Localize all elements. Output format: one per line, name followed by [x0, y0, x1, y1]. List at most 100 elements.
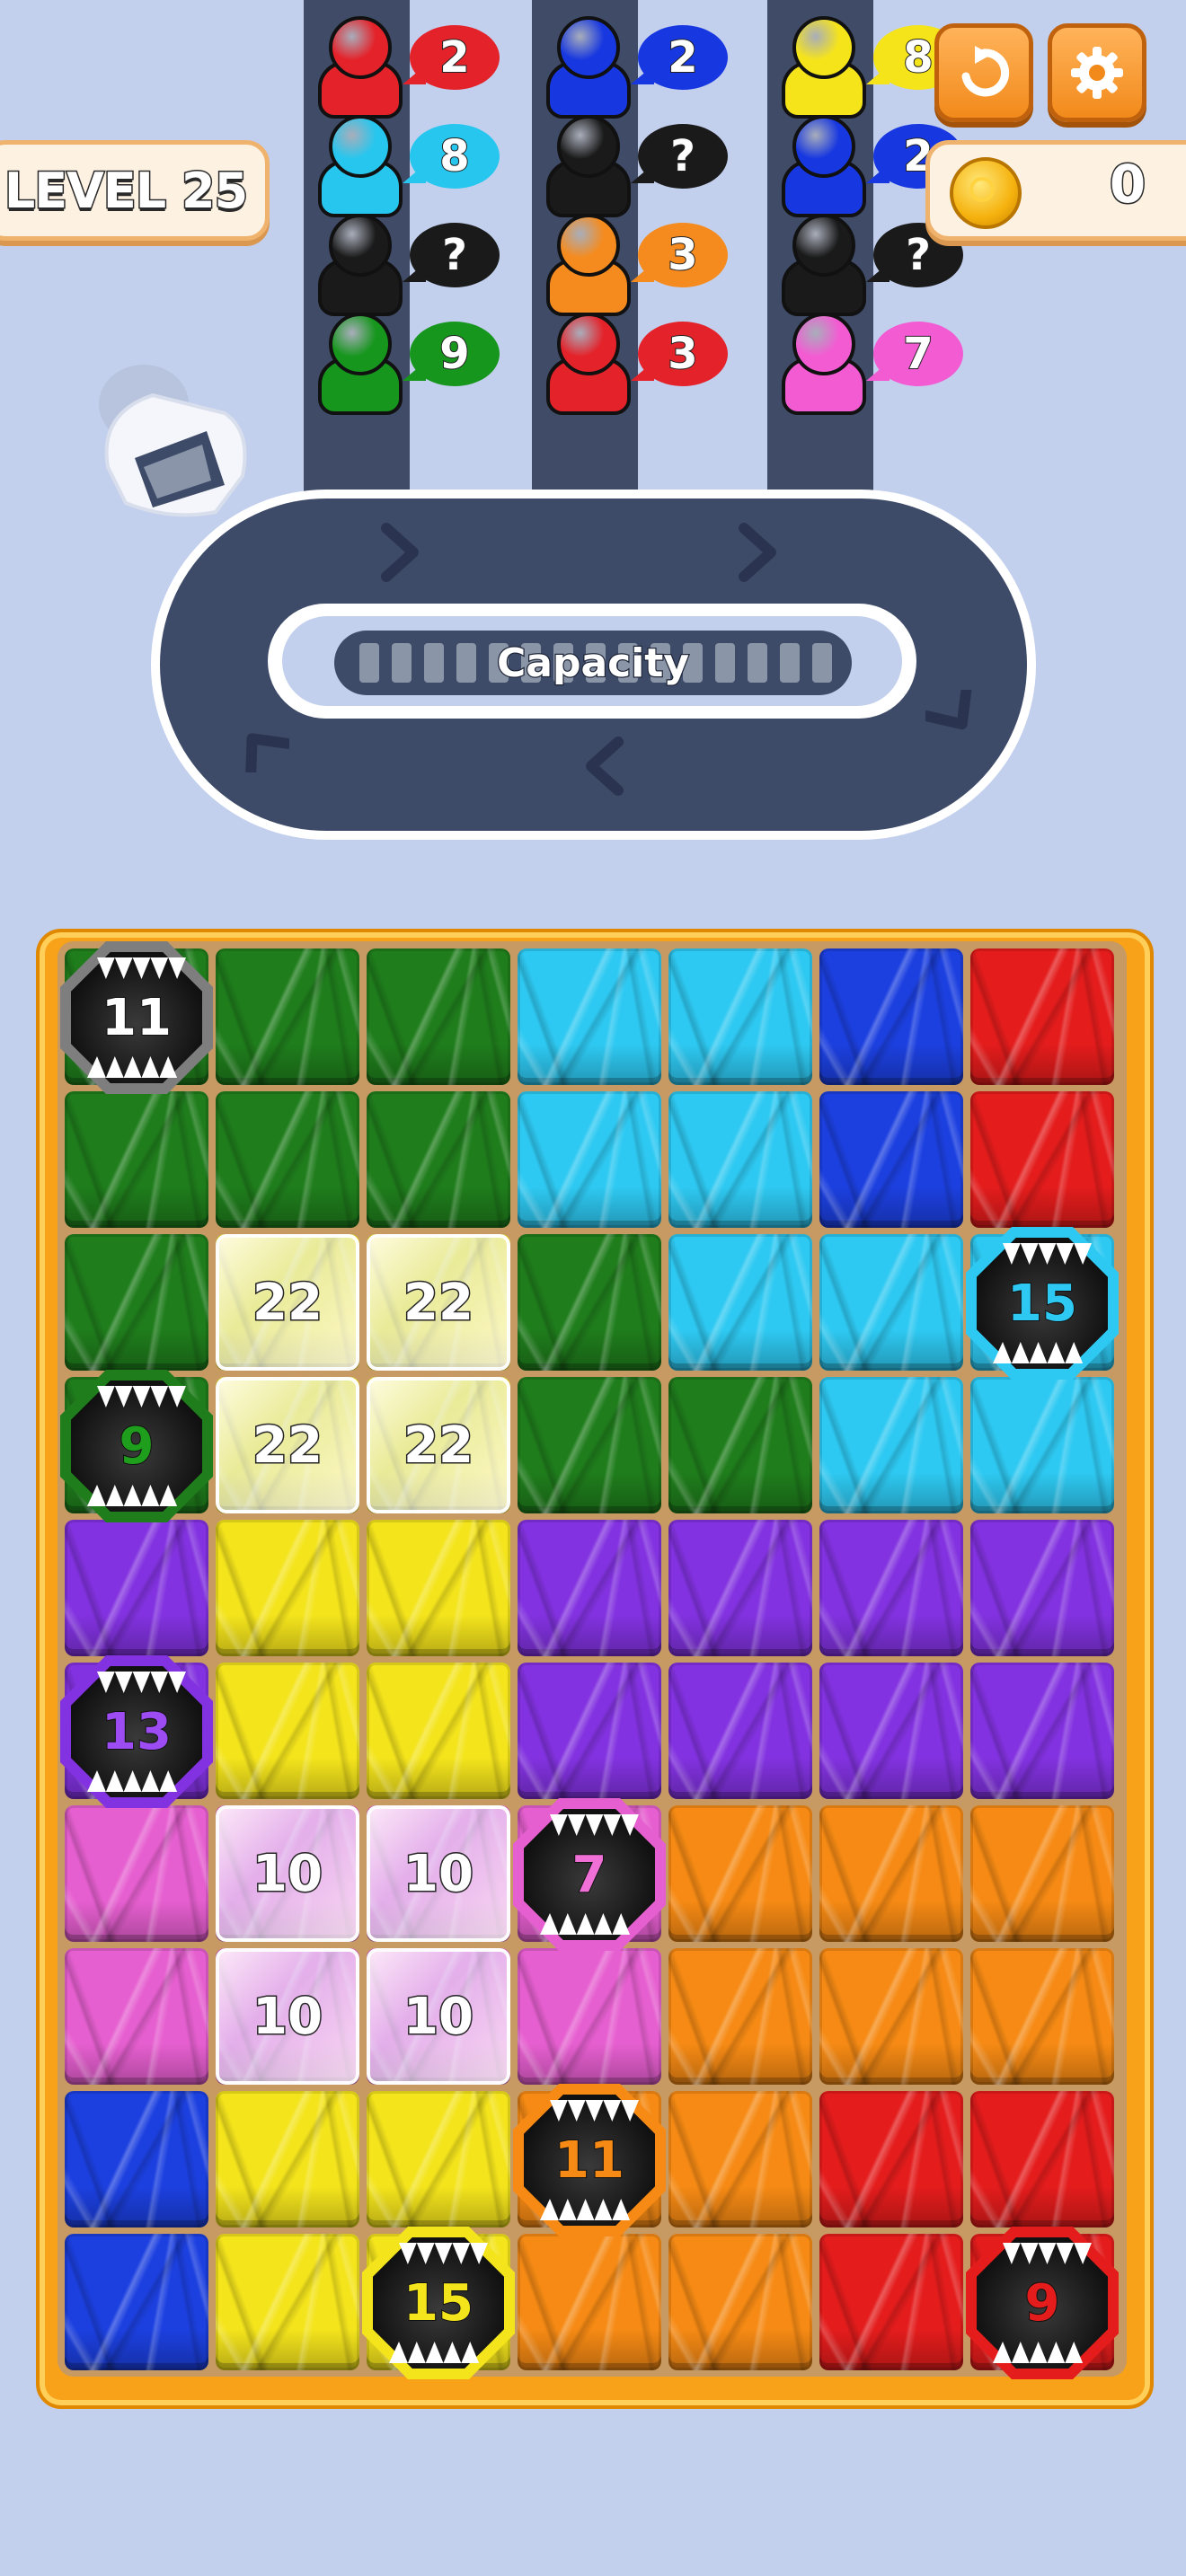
- grass-tile[interactable]: [518, 1520, 661, 1656]
- demand-bubble: 2: [638, 25, 728, 90]
- chevron-up-icon: [245, 733, 289, 772]
- grass-tile[interactable]: [668, 2234, 812, 2370]
- ice-block[interactable]: 22: [367, 1377, 510, 1513]
- chevron-right-icon: [739, 523, 776, 582]
- ice-block-count: 10: [403, 1986, 475, 2047]
- restart-icon: [961, 46, 1010, 97]
- grass-tile[interactable]: [65, 1520, 208, 1656]
- grass-tile[interactable]: [668, 1377, 812, 1513]
- grass-tile[interactable]: [819, 1234, 963, 1371]
- queue-person: [774, 16, 866, 119]
- grass-tile[interactable]: [819, 1663, 963, 1799]
- grass-tile[interactable]: [819, 2091, 963, 2228]
- ice-block-count: 22: [403, 1272, 475, 1333]
- demand-bubble: 3: [638, 322, 728, 386]
- grass-tile[interactable]: [970, 948, 1114, 1085]
- grass-tile[interactable]: [65, 1091, 208, 1228]
- demand-bubble: 2: [410, 25, 500, 90]
- gear-icon: [1071, 47, 1123, 99]
- ice-block[interactable]: 10: [367, 1805, 510, 1942]
- grass-tile[interactable]: [970, 1663, 1114, 1799]
- demand-bubble: 7: [873, 322, 963, 386]
- grass-tile[interactable]: [668, 1520, 812, 1656]
- grass-tile[interactable]: [970, 1520, 1114, 1656]
- demand-bubble: ?: [410, 223, 500, 287]
- grass-tile[interactable]: [819, 1520, 963, 1656]
- ice-block[interactable]: 10: [216, 1948, 359, 2085]
- grass-tile[interactable]: [668, 1091, 812, 1228]
- grass-tile[interactable]: [65, 2091, 208, 2228]
- grass-tile[interactable]: [819, 948, 963, 1085]
- ice-block[interactable]: 10: [216, 1805, 359, 1942]
- grass-tile[interactable]: [216, 2091, 359, 2228]
- monster-hole[interactable]: 15: [362, 2227, 515, 2379]
- grass-tile[interactable]: [819, 1805, 963, 1942]
- grass-tile[interactable]: [518, 1663, 661, 1799]
- monster-hole[interactable]: 13: [60, 1655, 213, 1808]
- grass-tile[interactable]: [518, 1091, 661, 1228]
- ice-block[interactable]: 10: [367, 1948, 510, 2085]
- grass-tile[interactable]: [367, 948, 510, 1085]
- restart-button[interactable]: [934, 23, 1033, 122]
- grass-tile[interactable]: [970, 1805, 1114, 1942]
- monster-count: 9: [119, 1416, 155, 1477]
- queue-person: [311, 16, 403, 119]
- demand-bubble: ?: [638, 124, 728, 189]
- ice-block-count: 10: [403, 1843, 475, 1904]
- grass-tile[interactable]: [819, 1948, 963, 2085]
- grass-tile[interactable]: [518, 948, 661, 1085]
- monster-hole[interactable]: 9: [60, 1370, 213, 1522]
- ice-block[interactable]: 22: [367, 1234, 510, 1371]
- grass-tile[interactable]: [65, 1805, 208, 1942]
- grass-tile[interactable]: [216, 948, 359, 1085]
- queue-person: [774, 115, 866, 217]
- grass-tile[interactable]: [65, 1948, 208, 2085]
- coin-counter: 0: [925, 140, 1186, 241]
- grass-tile[interactable]: [216, 1091, 359, 1228]
- monster-hole[interactable]: 9: [966, 2227, 1119, 2379]
- queue-person: [539, 115, 631, 217]
- grass-tile[interactable]: [819, 1377, 963, 1513]
- grass-tile[interactable]: [970, 2091, 1114, 2228]
- level-label: LEVEL 25: [3, 161, 249, 220]
- grass-tile[interactable]: [668, 1234, 812, 1371]
- grass-tile[interactable]: [518, 2234, 661, 2370]
- monster-hole[interactable]: 11: [513, 2084, 666, 2236]
- monster-count: 15: [403, 2273, 474, 2333]
- monster-hole[interactable]: 7: [513, 1798, 666, 1951]
- grass-tile[interactable]: [65, 2234, 208, 2370]
- monster-count: 15: [1006, 1274, 1078, 1334]
- grass-tile[interactable]: [518, 1234, 661, 1371]
- grass-tile[interactable]: [367, 1663, 510, 1799]
- grass-tile[interactable]: [668, 948, 812, 1085]
- grass-tile[interactable]: [970, 1948, 1114, 2085]
- grass-tile[interactable]: [216, 1520, 359, 1656]
- grass-tile[interactable]: [367, 1520, 510, 1656]
- settings-button[interactable]: [1048, 23, 1146, 122]
- queue-person: [774, 313, 866, 415]
- chevron-right-icon: [381, 523, 419, 582]
- level-badge: LEVEL 25: [0, 140, 270, 241]
- monster-hole[interactable]: 11: [60, 941, 213, 1094]
- grass-tile[interactable]: [216, 1663, 359, 1799]
- ice-block[interactable]: 22: [216, 1234, 359, 1371]
- monster-hole[interactable]: 15: [966, 1227, 1119, 1380]
- queue-person: [539, 313, 631, 415]
- spawner-machine-icon: [99, 365, 247, 517]
- grass-tile[interactable]: [216, 2234, 359, 2370]
- grass-tile[interactable]: [819, 2234, 963, 2370]
- grass-tile[interactable]: [65, 1234, 208, 1371]
- ice-block[interactable]: 22: [216, 1377, 359, 1513]
- grass-tile[interactable]: [518, 1948, 661, 2085]
- grass-tile[interactable]: [668, 1663, 812, 1799]
- grass-tile[interactable]: [819, 1091, 963, 1228]
- grass-tile[interactable]: [518, 1377, 661, 1513]
- queue-person: [311, 214, 403, 316]
- grass-tile[interactable]: [367, 2091, 510, 2228]
- grass-tile[interactable]: [367, 1091, 510, 1228]
- grass-tile[interactable]: [970, 1377, 1114, 1513]
- grass-tile[interactable]: [970, 1091, 1114, 1228]
- grass-tile[interactable]: [668, 1948, 812, 2085]
- grass-tile[interactable]: [668, 1805, 812, 1942]
- grass-tile[interactable]: [668, 2091, 812, 2228]
